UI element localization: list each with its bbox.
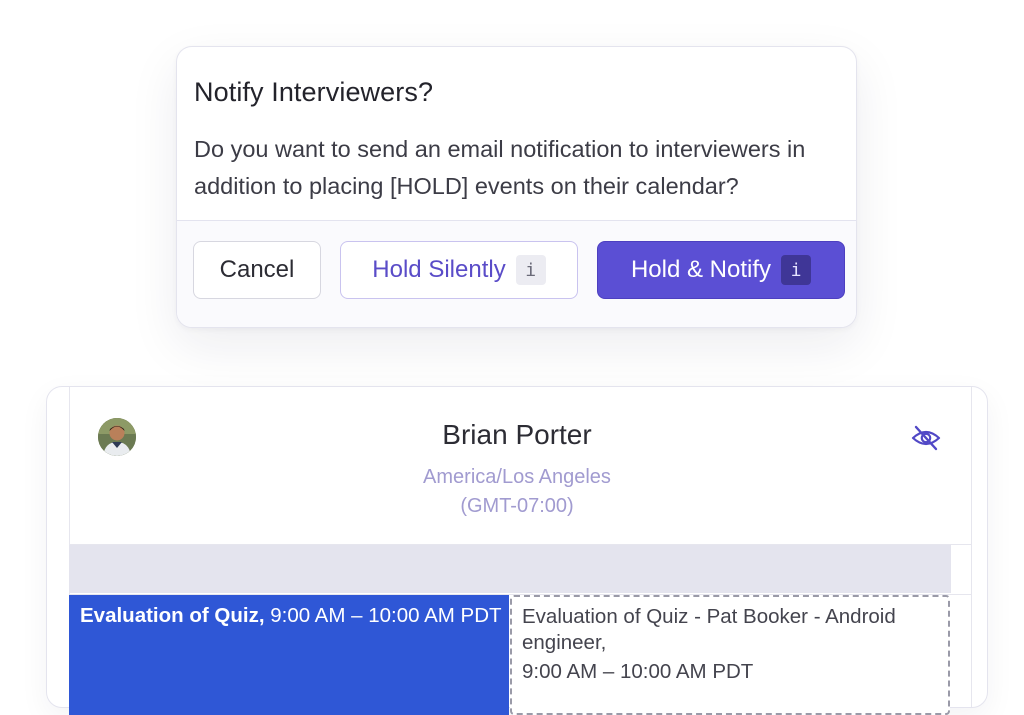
event-title: Evaluation of Quiz, — [80, 604, 265, 627]
info-icon[interactable]: i — [515, 255, 546, 285]
info-icon[interactable]: i — [781, 255, 812, 285]
hold-silently-label: Hold Silently — [372, 256, 506, 283]
event-title: Evaluation of Quiz - Pat Booker - Androi… — [522, 605, 896, 654]
event-time: 9:00 AM – 10:00 AM PDT — [522, 660, 754, 683]
dialog-title: Notify Interviewers? — [194, 77, 434, 107]
cancel-button[interactable]: Cancel — [193, 241, 321, 299]
calendar-event[interactable]: Evaluation of Quiz, 9:00 AM – 10:00 AM P… — [69, 595, 509, 715]
event-time: 9:00 AM – 10:00 AM PDT — [270, 604, 502, 627]
calendar-column-card: Brian Porter America/Los Angeles (GMT-07… — [46, 386, 988, 715]
notify-dialog: Notify Interviewers? Do you want to send… — [176, 46, 857, 328]
dialog-message: Do you want to send an email notificatio… — [194, 136, 806, 199]
timezone-label: America/Los Angeles — [423, 466, 611, 488]
interviewer-name: Brian Porter — [442, 419, 592, 450]
all-day-row — [69, 545, 951, 593]
hold-and-notify-button[interactable]: Hold & Notify i — [597, 241, 845, 299]
eye-slash-icon[interactable] — [911, 425, 941, 451]
hold-event[interactable]: Evaluation of Quiz - Pat Booker - Androi… — [510, 595, 950, 715]
cancel-button-label: Cancel — [219, 256, 295, 283]
hold-silently-button[interactable]: Hold Silently i — [340, 241, 578, 299]
gmt-offset-label: (GMT-07:00) — [460, 495, 574, 517]
hold-and-notify-label: Hold & Notify — [630, 256, 772, 283]
